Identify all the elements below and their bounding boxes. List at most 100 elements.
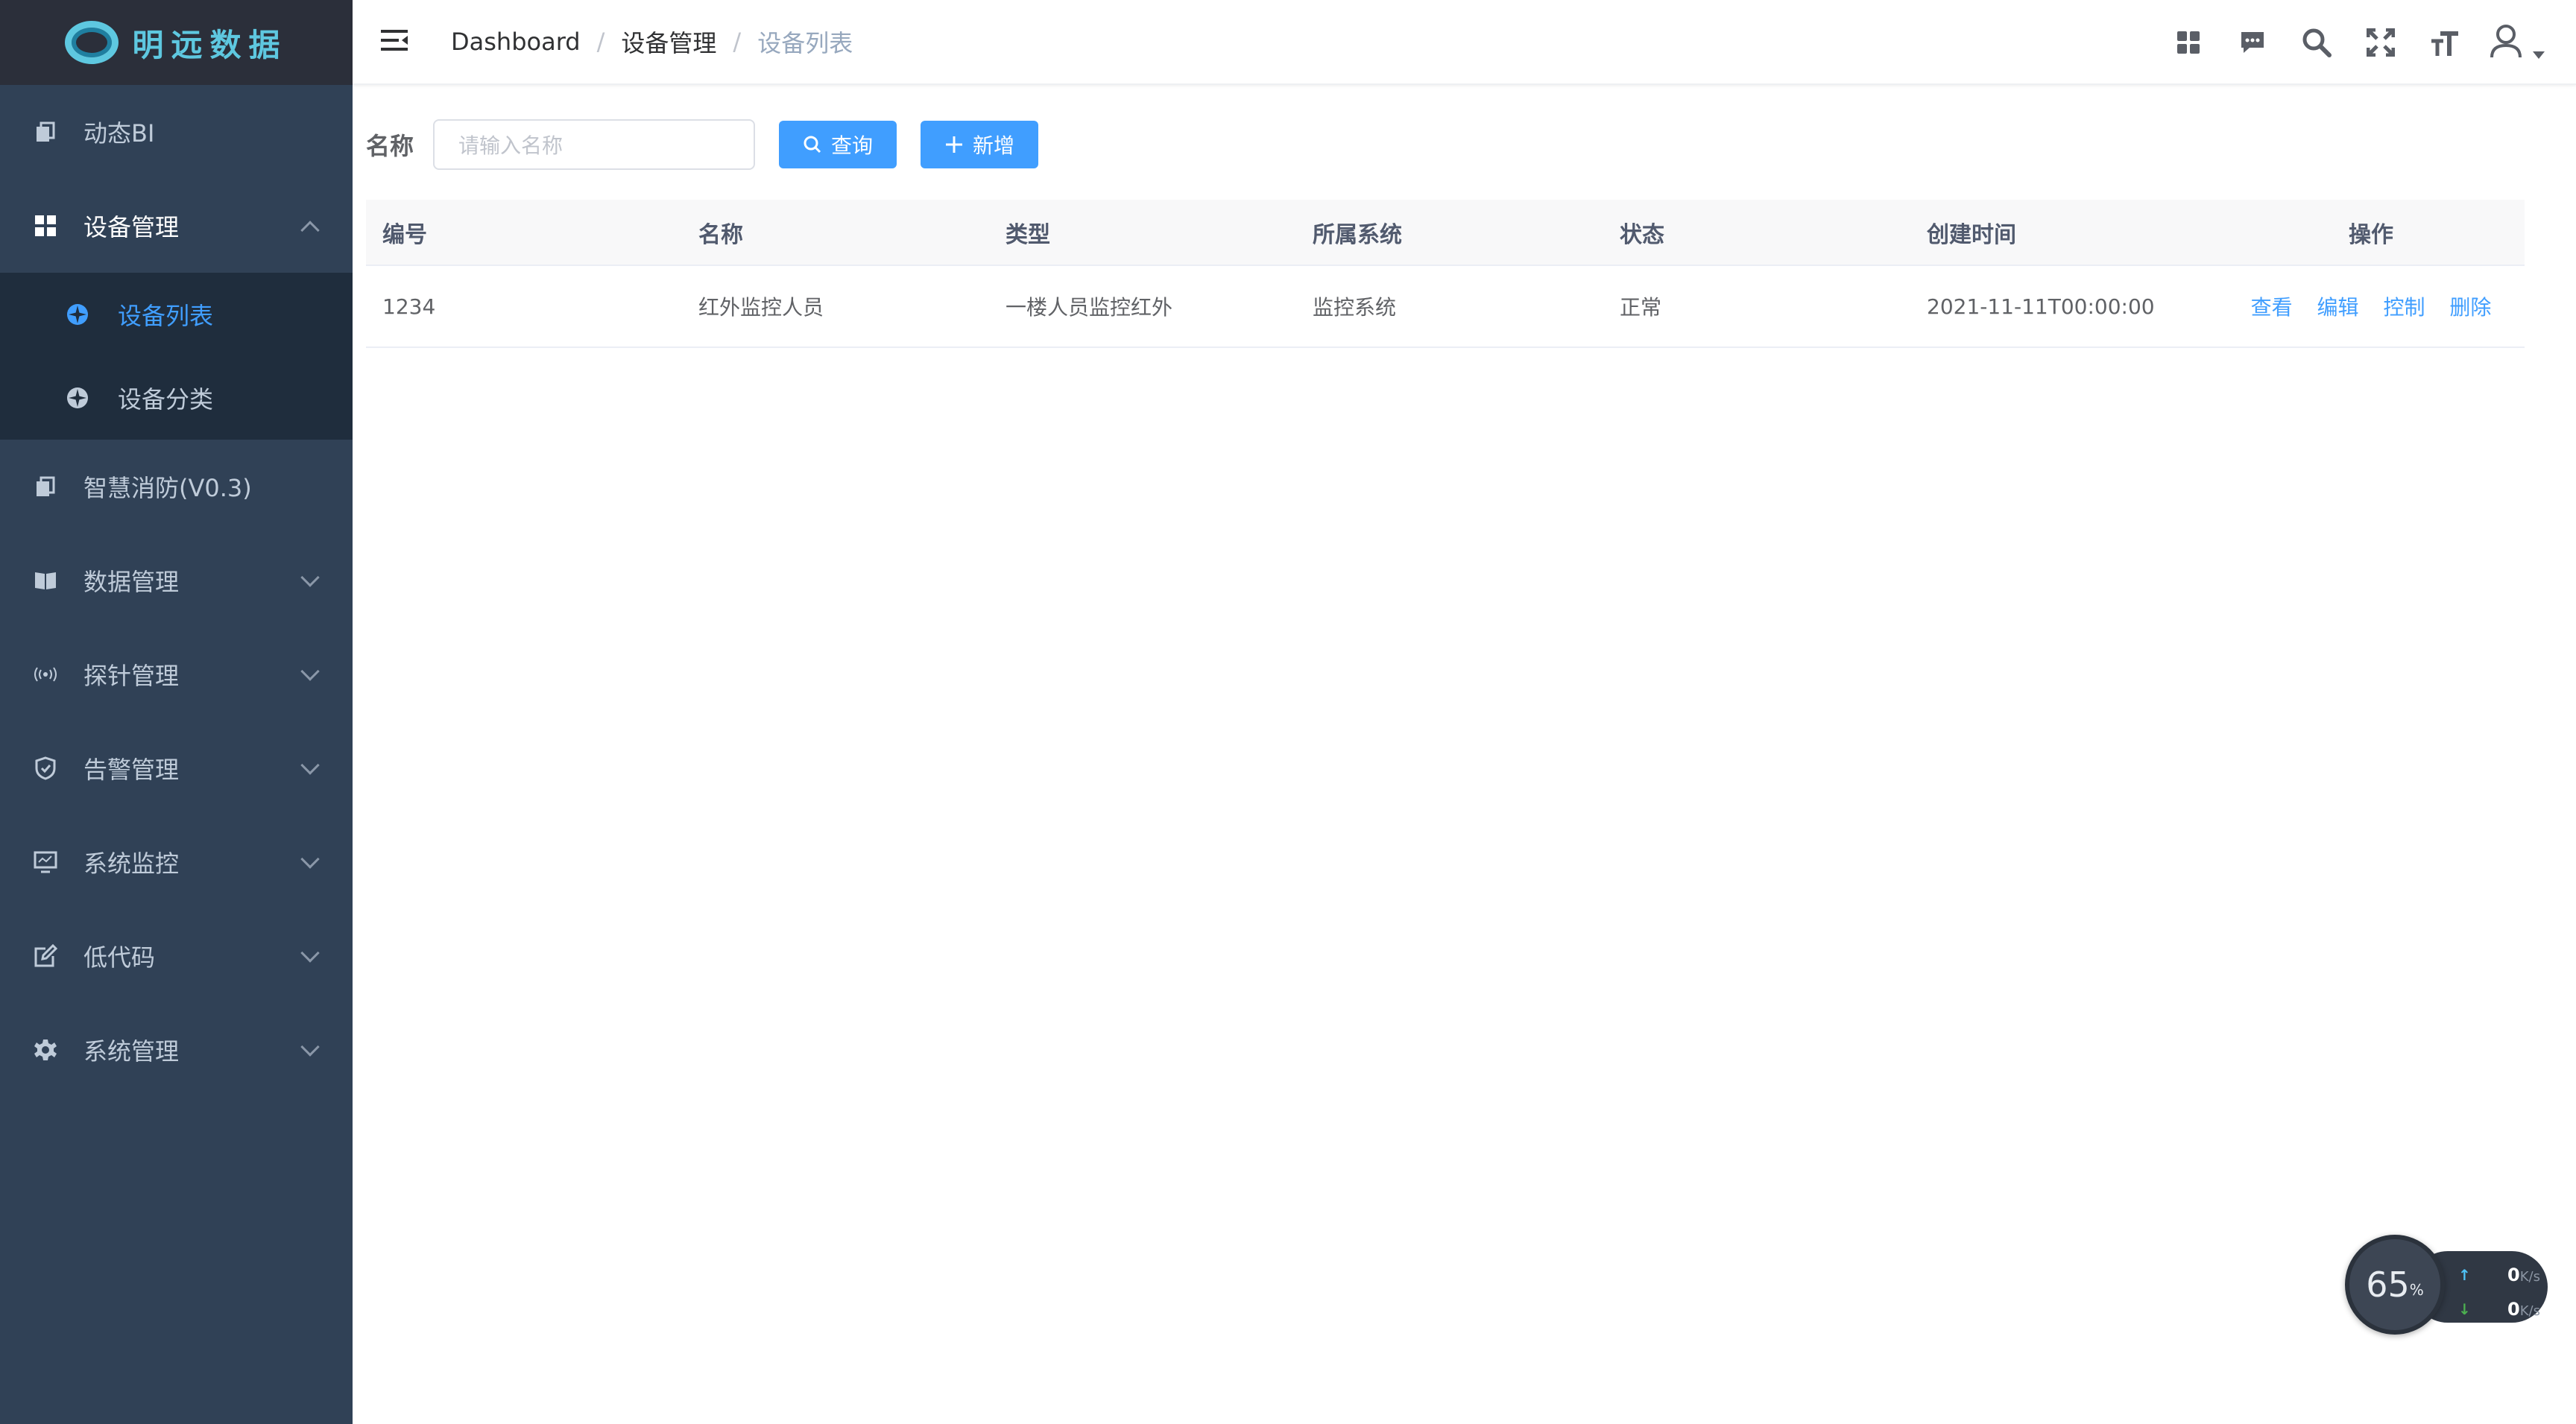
copy-icon	[31, 472, 60, 501]
chevron-down-icon	[300, 568, 320, 587]
logo-icon	[65, 21, 119, 64]
search-icon[interactable]	[2300, 26, 2333, 59]
caret-down-icon	[2533, 51, 2545, 59]
sidebar-item-label: 低代码	[83, 943, 156, 972]
sidebar-item-alarm-management[interactable]: 告警管理	[0, 721, 353, 815]
chevron-down-icon	[300, 943, 320, 963]
user-menu[interactable]	[2490, 23, 2545, 62]
cell-actions: 查看 编辑 控制 删除	[2217, 265, 2525, 348]
upload-value: 0	[2507, 1265, 2520, 1285]
sidebar-item-device-management[interactable]: 设备管理	[0, 179, 353, 273]
sidebar-item-label: 设备分类	[118, 385, 214, 414]
chevron-down-icon	[300, 756, 320, 775]
sidebar-item-label: 探针管理	[83, 662, 180, 690]
device-table: 编号 名称 类型 所属系统 状态 创建时间 操作 1234 红外监控人员 一楼人…	[366, 200, 2525, 348]
navbar: Dashboard / 设备管理 / 设备列表	[353, 0, 2576, 85]
header-tools	[2141, 0, 2545, 85]
monitor-icon	[31, 848, 60, 876]
edit-icon	[31, 942, 60, 970]
fullscreen-icon[interactable]	[2364, 26, 2397, 59]
column-header-type: 类型	[989, 200, 1296, 266]
column-header-actions: 操作	[2217, 200, 2525, 266]
sidebar: 明远数据 动态BI 设备管理 设备列表 设备分类 智慧消防(V0.3) 数据管理…	[0, 0, 353, 1424]
memory-usage-gauge: 65%	[2345, 1235, 2445, 1335]
usage-percent-unit: %	[2409, 1281, 2424, 1299]
chevron-up-icon	[300, 221, 320, 240]
logo-text: 明远数据	[132, 26, 288, 63]
delete-link[interactable]: 删除	[2449, 295, 2491, 320]
search-placeholder: 请输入名称	[458, 133, 564, 158]
chevron-down-icon	[300, 849, 320, 869]
view-link[interactable]: 查看	[2251, 295, 2293, 320]
column-header-id: 编号	[366, 200, 682, 266]
chevron-down-icon	[300, 1037, 320, 1057]
sidebar-item-dynamic-bi[interactable]: 动态BI	[0, 85, 353, 179]
arrow-up-icon: ↑	[2458, 1266, 2471, 1284]
apps-icon[interactable]	[2172, 26, 2205, 59]
download-value: 0	[2507, 1299, 2520, 1320]
query-button[interactable]: 查询	[779, 121, 897, 168]
cell-type: 一楼人员监控红外	[989, 265, 1296, 348]
sidebar-item-label: 智慧消防(V0.3)	[83, 474, 252, 502]
compass-icon	[64, 301, 91, 328]
font-size-icon[interactable]	[2428, 26, 2461, 59]
sidebar-item-label: 动态BI	[83, 119, 155, 148]
column-header-system: 所属系统	[1296, 200, 1603, 266]
sidebar-item-system-management[interactable]: 系统管理	[0, 1003, 353, 1097]
name-search-input[interactable]: 请输入名称	[433, 119, 756, 170]
edit-link[interactable]: 编辑	[2317, 295, 2359, 320]
breadcrumb-item-current: 设备列表	[757, 29, 853, 57]
breadcrumb-item-dashboard[interactable]: Dashboard	[451, 28, 581, 56]
user-icon	[2490, 23, 2522, 62]
upload-unit: K/s	[2519, 1269, 2540, 1285]
download-unit: K/s	[2519, 1303, 2540, 1319]
sidebar-item-low-code[interactable]: 低代码	[0, 909, 353, 1003]
logo[interactable]: 明远数据	[0, 0, 353, 85]
sidebar-item-system-monitor[interactable]: 系统监控	[0, 815, 353, 909]
sidebar-item-smart-fire[interactable]: 智慧消防(V0.3)	[0, 440, 353, 534]
arrow-down-icon: ↓	[2458, 1300, 2471, 1318]
sidebar-item-label: 设备管理	[83, 213, 180, 241]
breadcrumb: Dashboard / 设备管理 / 设备列表	[451, 25, 853, 59]
sidebar-item-probe-management[interactable]: 探针管理	[0, 627, 353, 721]
usage-percent: 65	[2366, 1265, 2410, 1305]
cell-id: 1234	[366, 265, 682, 348]
search-icon	[804, 136, 821, 154]
sidebar-item-device-category[interactable]: 设备分类	[0, 356, 353, 440]
net-speed-widget[interactable]: ↑ 0K/s ↓ 0K/s 65%	[2345, 1235, 2548, 1335]
control-link[interactable]: 控制	[2383, 295, 2425, 320]
sidebar-item-label: 系统管理	[83, 1037, 180, 1066]
breadcrumb-item-device-management[interactable]: 设备管理	[621, 25, 716, 59]
search-label: 名称	[366, 132, 414, 160]
cell-status: 正常	[1603, 265, 1910, 348]
grid-icon	[31, 212, 60, 240]
table-header-row: 编号 名称 类型 所属系统 状态 创建时间 操作	[366, 200, 2525, 266]
cell-system: 监控系统	[1296, 265, 1603, 348]
cell-created: 2021-11-11T00:00:00	[1910, 265, 2217, 348]
add-button[interactable]: 新增	[921, 121, 1039, 168]
plus-icon	[946, 136, 963, 153]
breadcrumb-separator: /	[596, 28, 605, 56]
table-row: 1234 红外监控人员 一楼人员监控红外 监控系统 正常 2021-11-11T…	[366, 265, 2525, 348]
sidebar-item-label: 设备列表	[118, 302, 214, 330]
column-header-status: 状态	[1603, 200, 1910, 266]
sidebar-item-label: 系统监控	[83, 849, 180, 878]
column-header-name: 名称	[682, 200, 989, 266]
sidebar-item-label: 告警管理	[83, 756, 180, 784]
breadcrumb-separator: /	[733, 28, 742, 56]
column-header-created: 创建时间	[1910, 200, 2217, 266]
download-speed: ↓ 0K/s	[2458, 1299, 2540, 1320]
query-button-label: 查询	[831, 133, 874, 158]
main-content: 名称 请输入名称 查询 新增 编号 名称 类型 所属系统 状态 创建时间 操作	[353, 86, 2576, 1424]
book-icon	[31, 566, 60, 595]
search-form: 名称 请输入名称 查询 新增	[366, 119, 2543, 170]
upload-speed: ↑ 0K/s	[2458, 1265, 2540, 1285]
hamburger-icon[interactable]	[381, 28, 408, 55]
sidebar-item-data-management[interactable]: 数据管理	[0, 534, 353, 627]
message-icon[interactable]	[2236, 26, 2269, 59]
sidebar-item-device-list[interactable]: 设备列表	[0, 273, 353, 356]
shield-icon	[31, 754, 60, 782]
submenu-device-management: 设备列表 设备分类	[0, 273, 353, 440]
gear-icon	[31, 1036, 60, 1064]
add-button-label: 新增	[973, 133, 1015, 158]
